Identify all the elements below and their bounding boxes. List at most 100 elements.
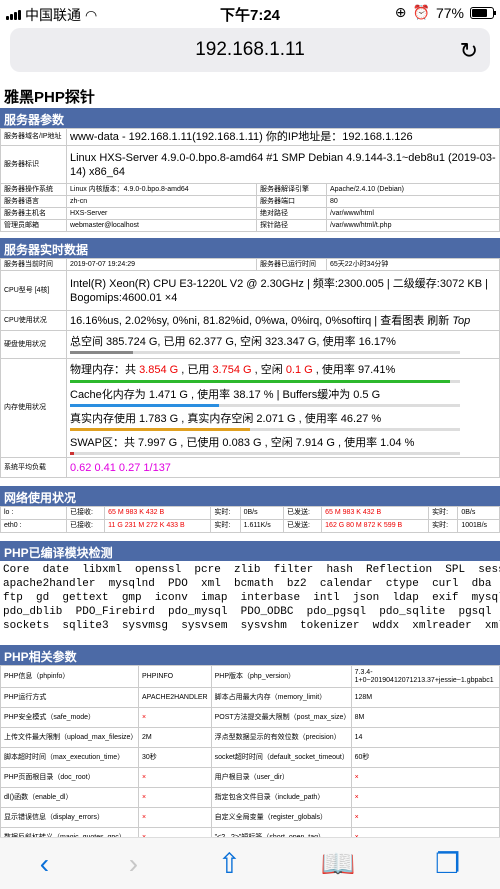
cell: 服务器主机名 (0, 207, 67, 221)
page-title: 雅黑PHP探针 (4, 89, 95, 106)
cell: /var/www/html (326, 207, 500, 221)
label: 服务器已运行时间 (256, 258, 327, 272)
memory-usage: 物理内存：共 3.854 G , 已用 3.754 G , 空闲 0.1 G ,… (66, 358, 500, 459)
cell: "<?...?>"短标签（short_open_tag） (210, 827, 352, 837)
cell: 数据反斜杠转义（magic_quotes_gpc） (0, 827, 139, 837)
bookmarks-icon[interactable]: 📖 (321, 847, 356, 880)
cell: 1001B/s (457, 519, 500, 534)
cell: Apache/2.4.10 (Debian) (326, 183, 500, 197)
cell: × (138, 707, 212, 729)
cell: dl()函数（enable_dl） (0, 787, 139, 809)
cell: 已接收: (65, 519, 106, 534)
label: CPU型号 [4核] (0, 270, 67, 312)
address-bar[interactable]: 192.168.1.11 ↻ (10, 28, 490, 72)
cell: 60秒 (350, 747, 500, 769)
module-line: Core date libxml openssl pcre zlib filte… (3, 564, 500, 577)
value: 65天22小时34分钟 (326, 258, 500, 272)
cell: PHPINFO (138, 665, 212, 689)
module-line: sockets sqlite3 sysvmsg sysvsem sysvshm … (3, 620, 500, 633)
cache-bar (70, 403, 460, 407)
cell: × (350, 767, 500, 789)
url-text[interactable]: 192.168.1.11 (195, 39, 305, 61)
cell: 服务器操作系统 (0, 183, 67, 197)
back-icon[interactable]: ‹ (40, 848, 49, 880)
cell: 服务器域名/IP地址 (0, 127, 67, 147)
cell: 服务器端口 (256, 195, 327, 209)
cell: 实时: (210, 519, 241, 534)
cell: 指定包含文件目录（include_path） (210, 787, 352, 809)
cell: 2M (138, 727, 212, 749)
cell: 上传文件最大限制（upload_max_filesize） (0, 727, 139, 749)
page-content: 雅黑PHP探针 服务器参数 服务器域名/IP地址 www-data - 192.1… (0, 80, 500, 837)
section-php-params: PHP相关参数 (0, 645, 500, 666)
cell: 65 M 983 K 432 B (104, 506, 212, 521)
cpu-usage: 16.16%us, 2.02%sy, 0%ni, 81.82%id, 0%wa,… (66, 310, 500, 332)
share-icon[interactable]: ⇧ (218, 847, 241, 880)
cell: 用户根目录（user_dir） (210, 767, 352, 789)
cell: 已发送: (283, 506, 323, 521)
battery-icon (470, 6, 496, 19)
mem-bar (70, 379, 460, 383)
battery-label: 77% (435, 4, 464, 21)
label: 硬盘使用状况 (0, 330, 67, 360)
cell: 实时: (210, 506, 241, 521)
cell: 自定义全局变量（register_globals） (210, 807, 352, 829)
cell: socket超时时间（default_socket_timeout） (210, 747, 352, 769)
cell: POST方法提交最大限制（post_max_size） (210, 707, 352, 729)
reload-icon[interactable]: ↻ (460, 38, 478, 64)
cell: 162 G 80 M 872 K 599 B (321, 519, 430, 534)
bar-fill (70, 350, 134, 354)
cell: Linux HXS-Server 4.9.0-0.bpo.8-amd64 #1 … (66, 145, 500, 185)
network-table: lo : 已接收: 65 M 983 K 432 B 实时: 0B/s 已发送: 65 M … (0, 506, 500, 534)
cell: www-data - 192.168.1.11(192.168.1.11) 你的… (66, 127, 500, 147)
cell: 已发送: (283, 519, 323, 534)
cell: 1.611K/s (239, 519, 285, 534)
cell: 65 M 983 K 432 B (321, 506, 430, 521)
realtime-table: 服务器当前时间 2019-07-07 19:24:29 服务器已运行时间 65天… (0, 258, 500, 479)
cell: 8M (350, 707, 500, 729)
section-server-params: 服务器参数 (0, 108, 500, 128)
rotation-lock-icon: ⊕ (394, 4, 407, 20)
cell: webmaster@localhost (66, 219, 257, 233)
cell: 80 (326, 195, 500, 209)
cell: 服务器标识 (0, 145, 67, 185)
cell: zh-cn (66, 195, 257, 209)
bar-fill (70, 428, 251, 432)
cell: eth0 : (0, 519, 67, 534)
bar-fill (70, 403, 219, 407)
label: 内存使用状况 (0, 358, 67, 459)
cell: 服务器解译引擎 (256, 183, 327, 197)
cell: 11 G 231 M 272 K 433 B (104, 519, 212, 534)
swap-bar (70, 452, 460, 456)
cell: × (138, 807, 212, 829)
cell: PHP页面根目录（doc_root） (0, 767, 139, 789)
disk-bar (70, 350, 460, 354)
cell: PHP安全模式（safe_mode） (0, 707, 139, 729)
cell: 128M (350, 687, 500, 709)
cell: 服务器语言 (0, 195, 67, 209)
cell: 30秒 (138, 747, 212, 769)
tabs-icon[interactable]: ❐ (435, 847, 460, 880)
top-link[interactable]: Top (452, 315, 470, 327)
cell: × (138, 767, 212, 789)
cell: PHP信息（phpinfo） (0, 665, 139, 689)
value: 2019-07-07 19:24:29 (66, 258, 257, 272)
cell: 7.3.4-1+0~20190412071213.37+jessie~1.gbp… (350, 665, 500, 689)
cell: PHP版本（php_version） (210, 665, 352, 689)
module-line: pdo_dblib PDO_Firebird pdo_mysql PDO_ODB… (3, 606, 492, 619)
forward-icon[interactable]: › (129, 848, 138, 880)
cpu-usage-text[interactable]: 16.16%us, 2.02%sy, 0%ni, 81.82%id, 0%wa,… (70, 315, 449, 327)
cell: 14 (350, 727, 500, 749)
section-php-modules: PHP已编译模块检测 (0, 541, 500, 562)
cell: × (138, 787, 212, 809)
module-line: ftp gd gettext gmp iconv imap interbase … (3, 592, 500, 605)
cell: 探针路径 (256, 219, 327, 233)
cell: × (350, 827, 500, 837)
cell: 脚本占用最大内存（memory_limit） (210, 687, 352, 709)
section-network: 网络使用状况 (0, 486, 500, 507)
module-line: apache2handler mysqlnd PDO xml bcmath bz… (3, 578, 500, 591)
php-modules-list: Core date libxml openssl pcre zlib filte… (0, 561, 500, 635)
server-params-table: 服务器域名/IP地址 www-data - 192.168.1.11(192.16… (0, 127, 500, 233)
cell: Linux 内核版本：4.9.0-0.bpo.8-amd64 (66, 183, 257, 197)
cell: 显示错误信息（display_errors） (0, 807, 139, 829)
